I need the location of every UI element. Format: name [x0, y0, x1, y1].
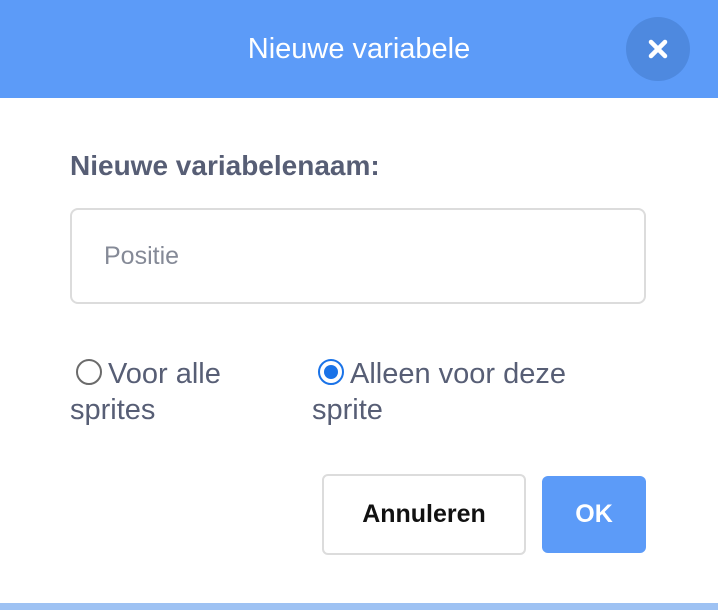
dialog-bottom-border	[0, 603, 718, 610]
scope-option-label: Voor alle sprites	[70, 358, 221, 426]
close-icon	[648, 39, 668, 59]
close-button[interactable]	[626, 17, 690, 81]
dialog-header: Nieuwe variabele	[0, 0, 718, 98]
dialog-title: Nieuwe variabele	[247, 33, 471, 65]
radio-button-unchecked[interactable]	[76, 359, 102, 385]
variable-name-input[interactable]	[70, 208, 646, 304]
radio-button-checked[interactable]	[318, 359, 344, 385]
scope-option-all-sprites[interactable]: Voor alle sprites	[70, 356, 290, 428]
new-variable-dialog: Nieuwe variabele Nieuwe variabelenaam: V…	[0, 0, 718, 610]
scope-option-label: Alleen voor deze sprite	[312, 358, 567, 426]
ok-button[interactable]: OK	[542, 476, 646, 553]
radio-selected-dot	[324, 365, 338, 379]
cancel-button[interactable]: Annuleren	[322, 474, 526, 555]
scope-option-this-sprite[interactable]: Alleen voor deze sprite	[312, 356, 632, 428]
variable-name-label: Nieuwe variabelenaam:	[70, 150, 380, 181]
